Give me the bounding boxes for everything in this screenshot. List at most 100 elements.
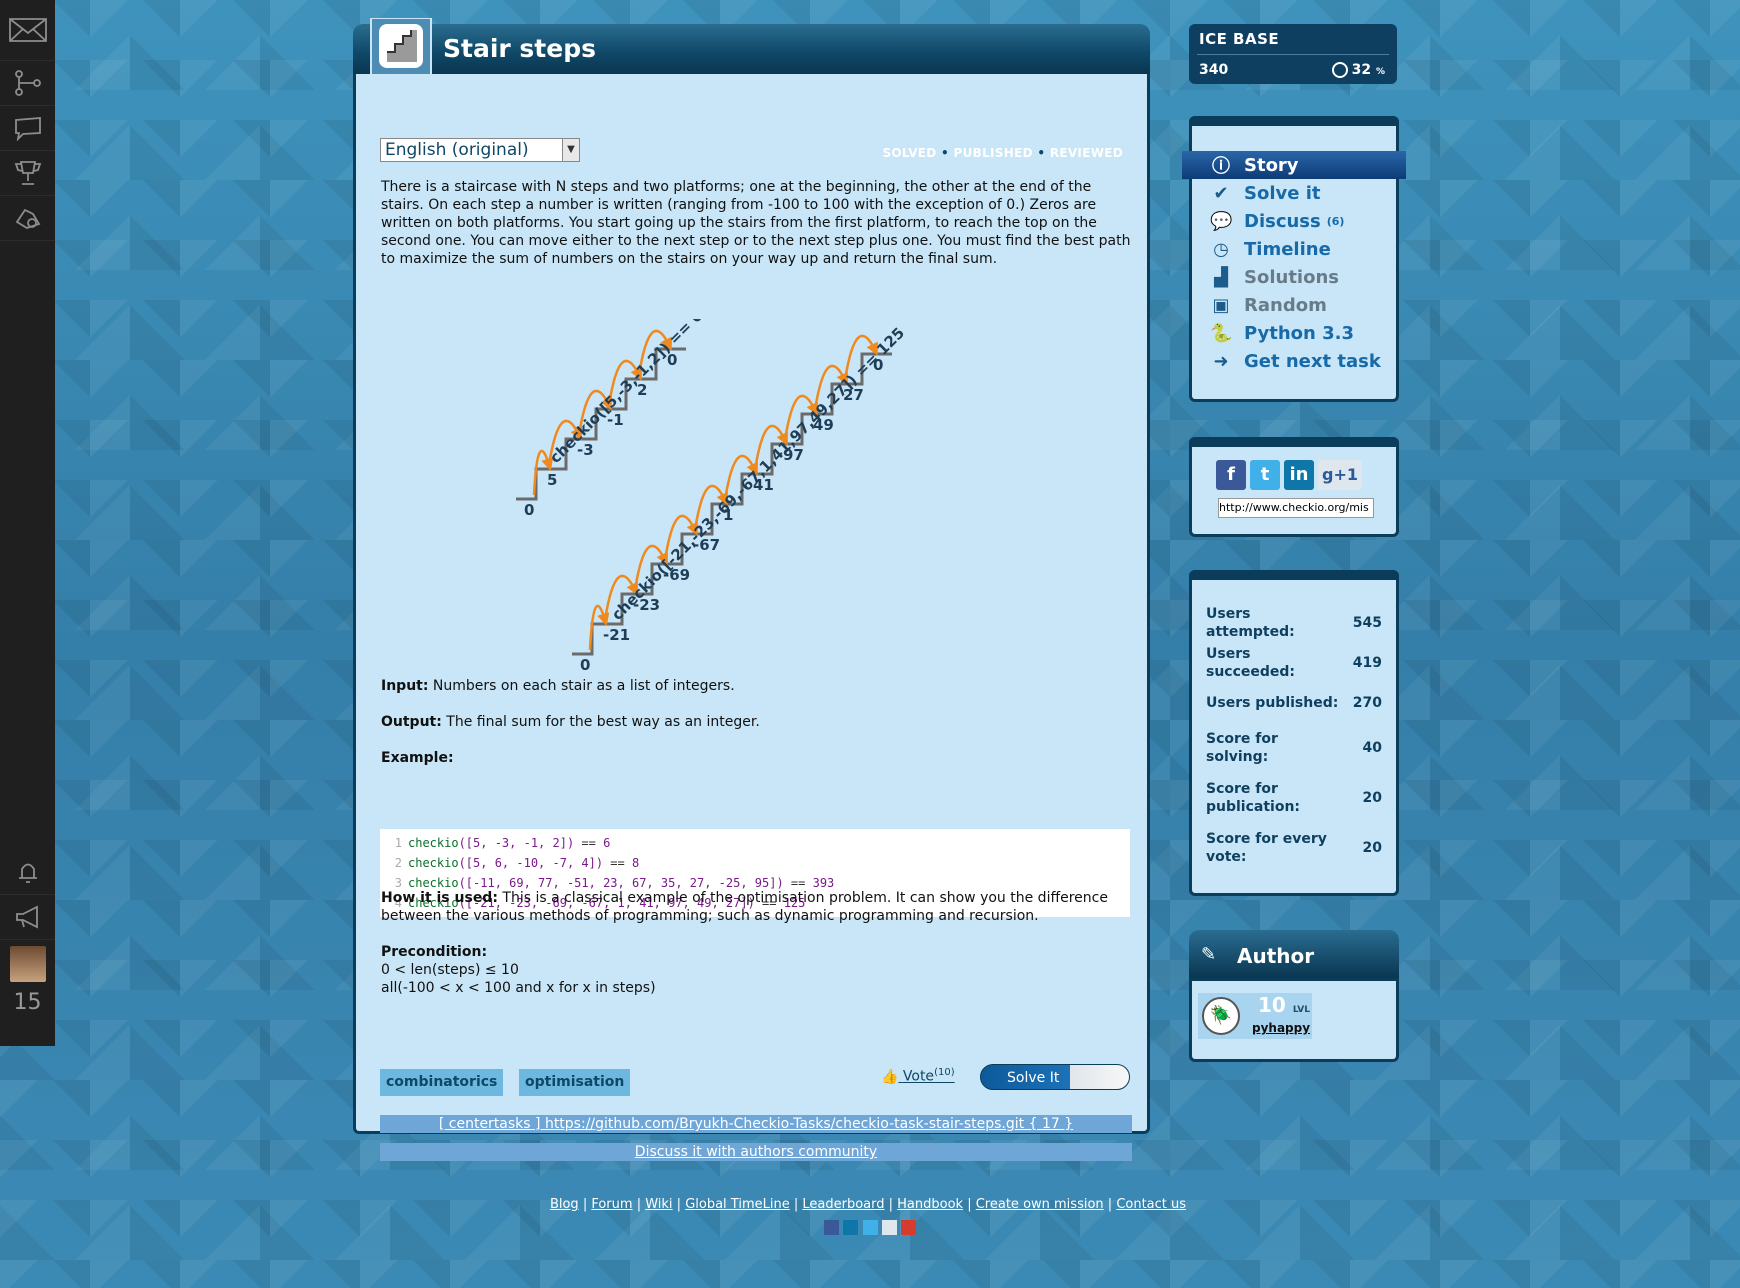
code-pre: checkio: [408, 836, 459, 850]
author-name[interactable]: pyhappy: [1252, 1021, 1310, 1035]
author-card[interactable]: 🪲 10 LVL pyhappy: [1198, 993, 1312, 1039]
gear-star-icon[interactable]: [0, 196, 55, 241]
status-solved: SOLVED: [882, 146, 937, 160]
menu-item-get-next-task[interactable]: ➜ Get next task: [1192, 347, 1396, 375]
podium-icon: ▟: [1214, 266, 1228, 288]
speech-bubbles-icon: 💬: [1210, 210, 1233, 232]
code-args: ([-11, 69, 77, -51, 23, 67, 35, 27, -25,…: [458, 876, 784, 890]
menu-item-label: Discuss: [1244, 210, 1321, 232]
ice-base-label: ICE BASE: [1199, 30, 1280, 48]
panel-header: Stair steps: [353, 24, 1150, 74]
discuss-community-link[interactable]: Discuss it with authors community: [380, 1143, 1132, 1161]
code-eq: ==: [603, 856, 632, 870]
stat-value: 419: [1352, 655, 1382, 671]
example-label: Example:: [381, 750, 454, 766]
menu-item-count: (6): [1326, 214, 1345, 228]
vote-link[interactable]: 👍 Vote(10): [881, 1067, 955, 1085]
task-description: There is a staircase with N steps and tw…: [381, 179, 1131, 267]
chevron-down-icon[interactable]: ▼: [562, 139, 579, 161]
menu-item-label: Solve it: [1244, 182, 1321, 204]
google-icon[interactable]: [881, 1220, 897, 1235]
menu-item-story[interactable]: ⓘ Story: [1182, 151, 1406, 179]
left-sidebar: 15: [0, 0, 55, 1046]
beetle-icon: 🪲: [1202, 997, 1240, 1035]
step-label: -21: [603, 626, 630, 644]
author-level-unit: LVL: [1292, 1005, 1311, 1015]
share-url-input[interactable]: http://www.checkio.org/mis: [1218, 498, 1374, 518]
stat-label: Score for publication:: [1206, 781, 1301, 815]
menu-item-timeline[interactable]: ◷ Timeline: [1192, 235, 1396, 263]
precondition-line-2: all(-100 < x < 100 and x for x in steps): [381, 980, 656, 996]
footer-link-wiki[interactable]: Wiki: [645, 1197, 672, 1212]
facebook-icon[interactable]: [824, 1220, 840, 1235]
footer-link-blog[interactable]: Blog: [550, 1197, 579, 1212]
footer-link-leaderboard[interactable]: Leaderboard: [802, 1197, 884, 1212]
author-level: 10 LVL: [1258, 993, 1310, 1017]
task-menu: ⓘ Story ✔ Solve it 💬 Discuss (6) ◷ Timeline ▟ Solu…: [1182, 116, 1406, 402]
vote-label: Vote: [902, 1068, 935, 1085]
tree-icon[interactable]: [0, 61, 55, 106]
thumbs-up-icon: 👍: [881, 1068, 899, 1085]
ice-base-widget: ICE BASE 340 32 %: [1189, 24, 1397, 84]
menu-item-python-3-3[interactable]: 🐍 Python 3.3: [1192, 319, 1396, 347]
footer-link-global-timeline[interactable]: Global TimeLine: [685, 1197, 790, 1212]
menu-item-discuss[interactable]: 💬 Discuss (6): [1192, 207, 1396, 235]
vote-count: (10): [934, 1067, 955, 1078]
solve-it-button[interactable]: Solve It: [980, 1064, 1130, 1090]
menu-item-random[interactable]: ▣ Random: [1192, 291, 1396, 319]
menu-item-solve-it[interactable]: ✔ Solve it: [1192, 179, 1396, 207]
output-text: The final sum for the best way as an int…: [446, 714, 760, 730]
share-box: f t in g+1 http://www.checkio.org/mis: [1189, 437, 1399, 537]
clock-icon: ◷: [1213, 238, 1229, 260]
megaphone-icon[interactable]: [0, 895, 55, 940]
code-args: ([5, -3, -1, 2]): [458, 836, 575, 850]
linkedin-icon[interactable]: in: [1284, 460, 1314, 490]
stat-label: Users published:: [1206, 695, 1339, 711]
gmail-icon[interactable]: [900, 1220, 916, 1235]
code-eq: ==: [783, 876, 813, 890]
usage-label: How it is used:: [381, 890, 498, 906]
menu-item-label: Random: [1244, 294, 1327, 316]
tag-optimisation[interactable]: optimisation: [519, 1069, 631, 1096]
repo-link[interactable]: [ centertasks ] https://github.com/Bryuk…: [380, 1115, 1132, 1133]
output-section: Output: The final sum for the best way a…: [381, 713, 1131, 731]
stat-row: Users attempted: 545: [1192, 603, 1396, 643]
facebook-icon[interactable]: f: [1216, 460, 1246, 490]
stat-label: Score for solving:: [1206, 731, 1278, 765]
small-staircase-label: checkio([5,-3,-1,2]) == 6: [546, 319, 706, 467]
gauge-icon: [1331, 62, 1348, 78]
twitter-icon[interactable]: [862, 1220, 878, 1235]
envelope-icon[interactable]: [0, 0, 55, 61]
stat-row: Score for publication: 20: [1192, 773, 1396, 823]
user-level: 15: [13, 990, 42, 1015]
menu-item-solutions[interactable]: ▟ Solutions: [1192, 263, 1396, 291]
menu-item-label: Timeline: [1244, 238, 1331, 260]
bell-icon[interactable]: [0, 850, 55, 895]
task-panel: Stair steps English (original) ▼ SOLVED …: [353, 18, 1150, 1161]
footer-link-create-own-mission[interactable]: Create own mission: [976, 1197, 1104, 1212]
footer-link-handbook[interactable]: Handbook: [897, 1197, 963, 1212]
tag-combinatorics[interactable]: combinatorics: [380, 1069, 504, 1096]
footer-link-contact-us[interactable]: Contact us: [1116, 1197, 1186, 1212]
linkedin-icon[interactable]: [843, 1220, 859, 1235]
menu-item-label: Solutions: [1244, 266, 1339, 288]
code-line: 1 checkio([5, -3, -1, 2]) == 6: [380, 833, 1130, 853]
usage-section: How it is used: This is a classical exam…: [381, 889, 1131, 925]
avatar[interactable]: [9, 946, 46, 982]
stat-row: Score for solving: 40: [1192, 723, 1396, 773]
stat-label: Users succeeded:: [1206, 646, 1296, 680]
footer-social: [0, 1220, 1740, 1239]
footer-link-forum[interactable]: Forum: [591, 1197, 632, 1212]
stat-label: Users attempted:: [1206, 606, 1295, 640]
step-label: 0: [524, 501, 534, 519]
speech-bubble-icon[interactable]: [0, 106, 55, 151]
arrow-right-icon: ➜: [1213, 350, 1229, 372]
trophy-icon[interactable]: [0, 151, 55, 196]
twitter-icon[interactable]: t: [1250, 460, 1280, 490]
google-plus-one-icon[interactable]: g+1: [1318, 460, 1362, 490]
stat-value: 545: [1352, 615, 1382, 631]
ice-base-percent-value: 32: [1351, 62, 1372, 78]
language-select[interactable]: English (original) ▼: [380, 138, 580, 162]
stat-value: 20: [1362, 790, 1382, 806]
menu-item-label: Story: [1244, 154, 1299, 176]
